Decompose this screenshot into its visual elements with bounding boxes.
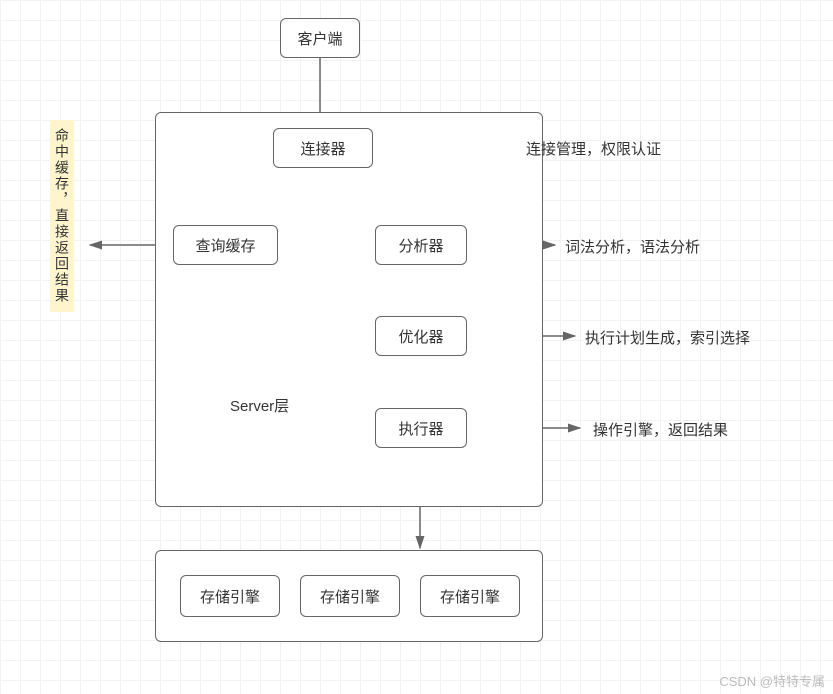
node-client: 客户端 — [280, 18, 360, 58]
node-connector: 连接器 — [273, 128, 373, 168]
cache-hit-label: 命中缓存，直接返回结果 — [50, 120, 74, 312]
node-optimizer-text: 优化器 — [398, 326, 443, 347]
node-analyzer: 分析器 — [375, 225, 467, 265]
executor-note: 操作引擎，返回结果 — [593, 419, 728, 440]
node-analyzer-text: 分析器 — [398, 235, 443, 256]
node-cache: 查询缓存 — [173, 225, 278, 265]
node-storage-1: 存储引擎 — [180, 575, 280, 617]
node-optimizer: 优化器 — [375, 316, 467, 356]
server-layer-container — [155, 112, 543, 507]
analyzer-note: 词法分析，语法分析 — [565, 236, 700, 257]
connector-note: 连接管理，权限认证 — [526, 138, 661, 159]
node-storage-1-text: 存储引擎 — [200, 586, 260, 607]
node-cache-text: 查询缓存 — [195, 235, 255, 256]
node-storage-3-text: 存储引擎 — [440, 586, 500, 607]
node-storage-3: 存储引擎 — [420, 575, 520, 617]
optimizer-note: 执行计划生成，索引选择 — [585, 327, 750, 348]
node-executor: 执行器 — [375, 408, 467, 448]
watermark: CSDN @特特专属 — [719, 671, 825, 690]
node-storage-2-text: 存储引擎 — [320, 586, 380, 607]
node-executor-text: 执行器 — [398, 418, 443, 439]
node-storage-2: 存储引擎 — [300, 575, 400, 617]
server-layer-label: Server层 — [230, 395, 289, 416]
node-client-text: 客户端 — [297, 28, 342, 49]
node-connector-text: 连接器 — [300, 138, 345, 159]
